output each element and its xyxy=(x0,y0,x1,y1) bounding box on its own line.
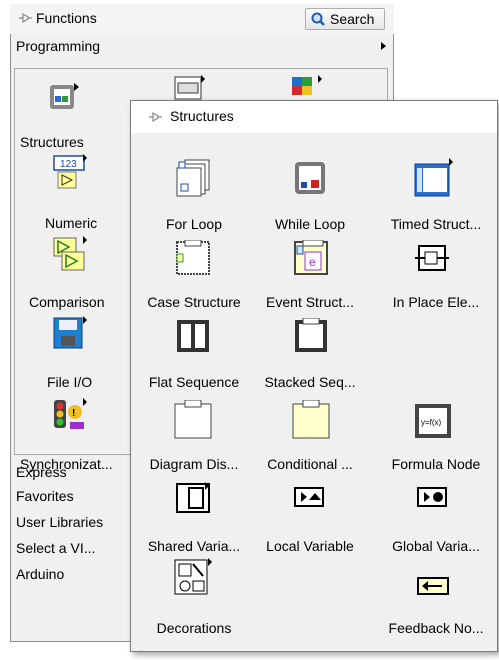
structures-category-item[interactable] xyxy=(48,82,79,114)
feedback-node-icon[interactable] xyxy=(416,576,452,600)
event-structure-icon[interactable]: e xyxy=(293,240,329,276)
category-select-vi[interactable]: Select a VI... xyxy=(16,540,95,556)
structures-icon xyxy=(50,83,79,109)
numeric-icon[interactable]: 123 xyxy=(52,154,88,190)
pin-icon[interactable] xyxy=(147,110,163,124)
formula-node-label: Formula Node xyxy=(391,456,481,472)
flat-sequence-icon[interactable] xyxy=(175,318,211,354)
category-user-libraries[interactable]: User Libraries xyxy=(16,514,103,530)
shared-variable-label: Shared Varia... xyxy=(147,538,241,554)
shared-variable-icon[interactable] xyxy=(175,482,215,516)
timed-structure-icon[interactable] xyxy=(413,158,453,198)
svg-text:e: e xyxy=(309,255,316,269)
comparison-icon[interactable] xyxy=(52,236,88,272)
for-loop-label: For Loop xyxy=(165,216,223,232)
category-programming[interactable]: Programming xyxy=(16,38,100,54)
case-structure-label: Case Structure xyxy=(147,294,241,310)
while-loop-icon[interactable] xyxy=(293,158,329,198)
category-express[interactable]: Express xyxy=(16,464,67,480)
conditional-disable-icon[interactable] xyxy=(291,400,331,440)
feedback-node-label: Feedback No... xyxy=(388,620,484,636)
formula-node-icon-text: y=f(x) xyxy=(421,418,442,427)
conditional-disable-label: Conditional ... xyxy=(267,456,353,472)
search-button[interactable]: Search xyxy=(305,8,385,30)
svg-text:!: ! xyxy=(72,408,75,419)
category-favorites[interactable]: Favorites xyxy=(16,488,74,504)
global-variable-label: Global Varia... xyxy=(392,538,480,554)
case-structure-icon[interactable] xyxy=(175,240,211,276)
array-icon xyxy=(174,75,205,100)
in-place-element-icon[interactable] xyxy=(413,240,449,276)
while-loop-label: While Loop xyxy=(274,216,346,232)
file-io-label: File I/O xyxy=(47,374,93,390)
global-variable-icon[interactable] xyxy=(416,486,452,510)
diagram-disable-label: Diagram Dis... xyxy=(149,456,239,472)
numeric-icon-text: 123 xyxy=(60,159,77,170)
structures-subpalette-title: Structures xyxy=(170,108,234,124)
event-structure-label: Event Struct... xyxy=(266,294,354,310)
flat-sequence-label: Flat Sequence xyxy=(148,374,240,390)
structures-label: Structures xyxy=(20,134,84,150)
search-icon xyxy=(311,12,325,26)
comparison-label: Comparison xyxy=(29,294,105,310)
for-loop-icon[interactable] xyxy=(175,158,211,198)
decorations-icon[interactable] xyxy=(173,558,213,596)
category-arduino[interactable]: Arduino xyxy=(16,566,64,582)
formula-node-icon[interactable]: y=f(x) xyxy=(413,400,453,440)
pin-icon[interactable] xyxy=(17,11,33,25)
palette-title: Functions xyxy=(36,10,97,26)
chevron-right-icon xyxy=(381,42,386,50)
stacked-sequence-icon[interactable] xyxy=(293,318,329,354)
local-variable-label: Local Variable xyxy=(266,538,354,554)
in-place-element-label: In Place Ele... xyxy=(392,294,480,310)
local-variable-icon[interactable] xyxy=(293,486,329,510)
timed-structure-label: Timed Struct... xyxy=(390,216,482,232)
file-io-icon[interactable] xyxy=(52,316,88,352)
synchronization-icon[interactable]: ! xyxy=(52,398,88,434)
search-label: Search xyxy=(330,11,375,27)
numeric-label: Numeric xyxy=(45,215,98,231)
decorations-label: Decorations xyxy=(156,620,232,636)
diagram-disable-icon[interactable] xyxy=(173,400,213,440)
cluster-icon xyxy=(292,75,322,95)
stacked-sequence-label: Stacked Seq... xyxy=(264,374,356,390)
